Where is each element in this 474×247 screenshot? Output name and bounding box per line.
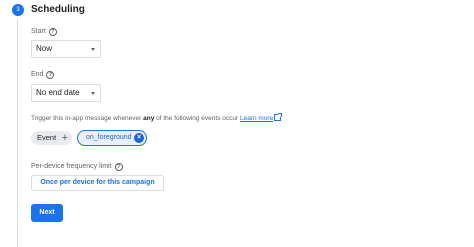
step-connector-line [17, 19, 18, 247]
selected-event-label: on_foreground [86, 134, 132, 141]
end-select-value: No end date [36, 88, 80, 97]
frequency-limit-button[interactable]: Once per device for this campaign [31, 175, 164, 191]
end-select[interactable]: No end date [31, 84, 101, 102]
add-event-chip[interactable]: Event + [31, 131, 72, 145]
frequency-label-row: Per-device frequency limit ? [31, 162, 123, 171]
start-label-row: Start ? [31, 27, 57, 36]
start-select-value: Now [36, 44, 53, 53]
chevron-down-icon [91, 92, 95, 95]
end-label-row: End ? [31, 70, 55, 79]
trigger-text-before: Trigger this in-app message whenever [31, 115, 144, 122]
frequency-label: Per-device frequency limit [31, 163, 112, 170]
start-select[interactable]: Now [31, 40, 101, 58]
plus-icon: + [61, 132, 68, 144]
close-icon[interactable]: × [134, 132, 144, 143]
trigger-text-bold: any [143, 115, 155, 122]
help-icon[interactable]: ? [114, 162, 123, 171]
learn-more-link[interactable]: Learn more [240, 115, 273, 122]
chevron-down-icon [91, 48, 95, 51]
step-number-badge: 3 [12, 4, 24, 16]
selected-event-chip[interactable]: on_foreground × [77, 130, 147, 146]
trigger-description: Trigger this in-app message whenever any… [31, 113, 283, 123]
event-chip-label: Event [37, 133, 57, 142]
start-label: Start [31, 28, 46, 35]
external-link-icon [274, 113, 283, 121]
trigger-text-after: of the following events occur [154, 115, 240, 122]
end-label: End [31, 71, 44, 78]
help-icon[interactable]: ? [46, 70, 55, 79]
next-button[interactable]: Next [31, 204, 63, 222]
help-icon[interactable]: ? [48, 27, 57, 36]
step-title: Scheduling [31, 4, 85, 15]
